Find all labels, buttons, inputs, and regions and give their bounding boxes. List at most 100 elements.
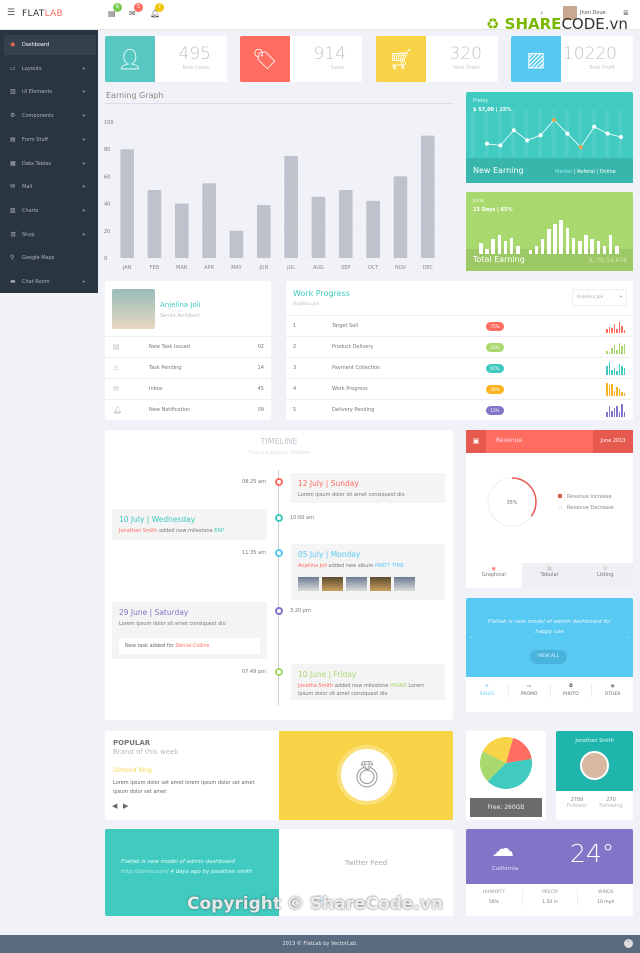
- bar-may: [229, 230, 244, 258]
- link-market[interactable]: Market: [555, 169, 572, 175]
- album-photo[interactable]: [394, 577, 415, 591]
- profile-stat-row[interactable]: ▤ New Task Issued 02: [105, 336, 271, 357]
- spark-bar: [618, 343, 620, 354]
- x-tick-label: MAY: [231, 265, 242, 271]
- sidebar-item-form-stuff[interactable]: ▤ Form Stuff +: [4, 130, 96, 150]
- stat-value: 320: [449, 44, 482, 64]
- profile-stat-row[interactable]: 🔔︎ New Notification 09: [105, 399, 271, 420]
- stat-card[interactable]: 🏷︎ 914 Sales: [240, 36, 362, 82]
- product-description: Lorem ipsum dolor set amet lorem ipsum d…: [113, 780, 255, 795]
- sidebar-item-shop[interactable]: 🛒︎ Shop +: [4, 225, 96, 245]
- sidebar-item-data-tables[interactable]: ▦ Data Tables +: [4, 154, 96, 174]
- stat-card[interactable]: 🛒︎ 320 New Order: [376, 36, 498, 82]
- sidebar-item-components[interactable]: ⚙ Components +: [4, 106, 96, 126]
- link-online[interactable]: Online: [600, 169, 616, 175]
- tab-graphical[interactable]: ◉ Graphical: [466, 563, 522, 588]
- sidebar-item-dashboard[interactable]: ◉ Dashboard: [4, 35, 96, 55]
- timeline-time: 11:35 am: [242, 550, 266, 556]
- chevron-right-icon[interactable]: ›: [627, 634, 629, 641]
- sidebar-item-layouts[interactable]: ▭ Layouts +: [4, 59, 96, 79]
- y-tick-label: 40: [104, 202, 110, 208]
- sidebar-item-ui-elements[interactable]: ▥ UI Elements +: [4, 82, 96, 102]
- popular-title: POPULAR: [113, 739, 151, 747]
- profile-stat-row[interactable]: ⚠ Task Pending 14: [105, 357, 271, 378]
- link-referal[interactable]: Referal: [577, 169, 595, 175]
- note-text: New task added for: [125, 643, 176, 649]
- task-note: New task added for Denial Collins: [119, 638, 260, 654]
- spark-bar: [616, 329, 618, 333]
- x-tick-label: JUN: [258, 265, 268, 271]
- progress-badge: 43%: [486, 343, 504, 352]
- sidebar-item-label: Charts: [22, 207, 39, 214]
- event-tag[interactable]: ERP: [214, 528, 224, 534]
- event-body: Lorem ipsum dolor sit amet consiquest di…: [119, 621, 226, 627]
- tab-promo[interactable]: ▭ PROMO: [507, 684, 550, 697]
- tab-tabular[interactable]: ▦ Tabular: [521, 563, 578, 588]
- legend-label: Revenue Decrease: [567, 505, 614, 511]
- event-user[interactable]: Jonathan Smith: [119, 528, 157, 534]
- album-photo[interactable]: [322, 577, 343, 591]
- event-user[interactable]: Anjelina Joli: [298, 563, 327, 569]
- row-number: 1: [293, 323, 297, 329]
- day-label: Friday: [473, 98, 489, 104]
- profile-card: Anjelina Joli Senior Architect ▤ New Task…: [105, 281, 271, 420]
- mini-bar: [615, 246, 619, 254]
- mini-bar: [547, 228, 551, 254]
- sidebar-item-google-maps[interactable]: ⚲ Google Maps: [4, 248, 96, 268]
- album-photo[interactable]: [298, 577, 319, 591]
- spark-bar: [613, 324, 615, 333]
- stat-card[interactable]: 👤︎ 495 New Users: [105, 36, 227, 82]
- tasks-notification-button[interactable]: ▤ 6: [108, 3, 122, 18]
- timeline-event: 10 June | Friday Jonatha Smith added new …: [291, 664, 445, 700]
- person-select[interactable]: Anjelina Joli ▾: [572, 289, 627, 306]
- total-amount: $, 76,54,678: [588, 257, 627, 264]
- album-photo[interactable]: [346, 577, 367, 591]
- profile-stat-row[interactable]: ✉ Inbox 45: [105, 378, 271, 399]
- tab-label: Tabular: [540, 572, 559, 578]
- spark-bar: [621, 326, 623, 333]
- sidebar-item-label: Dashboard: [22, 42, 50, 48]
- sidebar-item-chat-room[interactable]: ▬ Chat Room +: [4, 272, 96, 292]
- user-name[interactable]: Jonathan Smith: [556, 738, 633, 744]
- revenue-title: Revenue: [496, 437, 523, 444]
- logo[interactable]: FLATLAB: [22, 9, 63, 19]
- spark-bar: [611, 348, 613, 354]
- user-avatar: [580, 751, 609, 780]
- tab-sales[interactable]: ≡ SALES: [466, 684, 508, 697]
- spark-bar: [623, 368, 625, 375]
- cogs-icon: ⚙: [10, 112, 16, 120]
- event-tag[interactable]: PRANK: [390, 683, 407, 689]
- view-all-button[interactable]: VIEW ALL: [530, 650, 567, 664]
- product-name[interactable]: Dimond Ring: [113, 767, 152, 774]
- mail-notification-button[interactable]: ✉ 5: [129, 3, 143, 18]
- tab-listing[interactable]: ≡ Listing: [577, 563, 634, 588]
- scroll-top-button[interactable]: ⌃: [624, 939, 633, 948]
- total-earning-card: June 23 Days | 65% Total Earning $, 76,5…: [466, 192, 633, 271]
- event-body: added new milestone: [157, 528, 215, 534]
- prev-icon[interactable]: ◀: [112, 802, 117, 810]
- work-progress-row: 3 Payment Collection 67%: [286, 357, 633, 378]
- event-tag[interactable]: PARTY TIME: [375, 563, 404, 569]
- footer-text: 2013 © FlatLab by VectorLab.: [282, 941, 358, 947]
- x-tick-label: OCT: [368, 265, 379, 271]
- work-progress-row: 2 Product Delivery 43%: [286, 336, 633, 357]
- bell-notification-button[interactable]: 🔔︎ 7: [150, 3, 164, 18]
- y-tick-label: 20: [104, 229, 110, 235]
- event-user[interactable]: Jonatha Smith: [298, 683, 333, 689]
- tab-other[interactable]: ◉ OTHER: [591, 684, 633, 697]
- stat-card[interactable]: ▨ 10220 Total Profit: [511, 36, 633, 82]
- hamburger-icon[interactable]: ☰: [7, 8, 15, 18]
- profile-name[interactable]: Anjelina Joli: [160, 301, 201, 309]
- album-photo[interactable]: [370, 577, 391, 591]
- note-user[interactable]: Denial Collins: [175, 643, 209, 649]
- chevron-left-icon[interactable]: ‹: [470, 634, 472, 641]
- weather-stat: PRECIP 1.50 in: [521, 890, 578, 905]
- next-icon[interactable]: ▶: [123, 802, 128, 810]
- sidebar-item-charts[interactable]: ▨ Charts +: [4, 201, 96, 221]
- sidebar-item-label: Layouts: [22, 65, 42, 72]
- sidebar-item-mail[interactable]: ✉ Mail +: [4, 177, 96, 197]
- gauge-label: 35%: [506, 500, 517, 506]
- tweet-link[interactable]: http://demo.com/: [121, 869, 169, 875]
- tab-photo[interactable]: ◘ PHOTO: [549, 684, 592, 697]
- mini-bar: [516, 246, 520, 254]
